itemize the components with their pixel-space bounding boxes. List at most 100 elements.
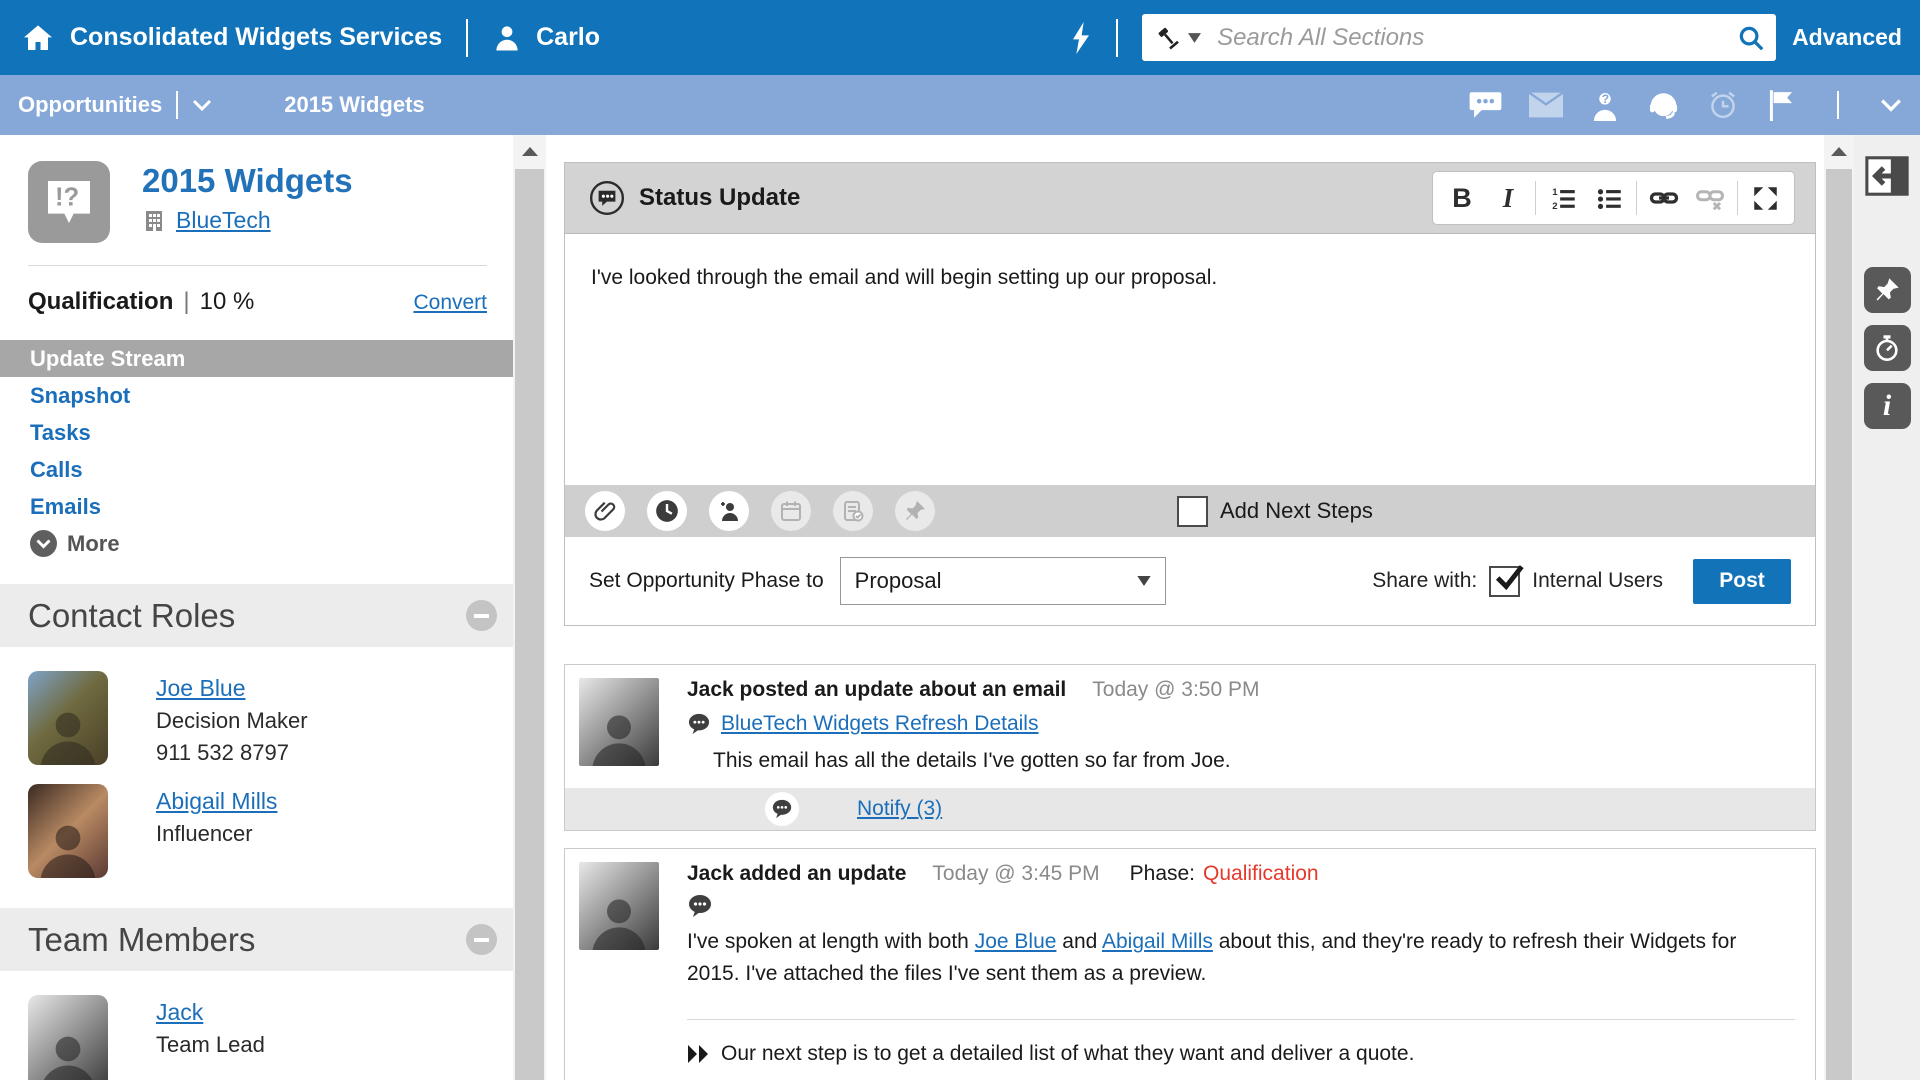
advanced-search-link[interactable]: Advanced bbox=[1792, 24, 1902, 51]
sidebar-item-update-stream[interactable]: Update Stream bbox=[0, 340, 513, 377]
convert-link[interactable]: Convert bbox=[413, 291, 487, 315]
alarm-clock-icon[interactable] bbox=[1707, 89, 1739, 121]
bold-button[interactable]: B bbox=[1439, 176, 1485, 220]
info-icon[interactable]: i bbox=[1864, 383, 1911, 429]
attach-file-icon[interactable] bbox=[585, 491, 625, 531]
home-icon[interactable] bbox=[22, 22, 54, 54]
list-item: Joe Blue Decision Maker 911 532 8797 bbox=[28, 671, 513, 766]
app-title[interactable]: Consolidated Widgets Services bbox=[70, 23, 442, 52]
search-category-gavel-icon[interactable] bbox=[1154, 24, 1182, 52]
contact-link[interactable]: Abigail Mills bbox=[156, 788, 277, 814]
crm-app-window: Consolidated Widgets Services Carlo Adva… bbox=[0, 0, 1920, 1080]
avatar bbox=[28, 784, 108, 878]
current-user-name[interactable]: Carlo bbox=[536, 23, 600, 52]
context-bar-icons: ?? bbox=[1469, 89, 1902, 121]
sidebar-item-calls[interactable]: Calls bbox=[0, 451, 513, 488]
internal-users-checkbox[interactable] bbox=[1489, 566, 1520, 597]
sidebar-item-more[interactable]: More bbox=[0, 525, 513, 562]
contact-mention-link[interactable]: Abigail Mills bbox=[1102, 930, 1213, 953]
headset-support-icon[interactable] bbox=[1647, 89, 1680, 121]
global-search-box[interactable] bbox=[1142, 14, 1776, 61]
chat-bubble-icon[interactable] bbox=[1469, 91, 1502, 119]
sidebar-item-label: Update Stream bbox=[30, 346, 185, 372]
contact-mention-link[interactable]: Joe Blue bbox=[975, 930, 1057, 953]
phase-separator: | bbox=[183, 288, 189, 316]
note-check-icon[interactable] bbox=[833, 491, 873, 531]
pin-icon[interactable] bbox=[895, 491, 935, 531]
module-dropdown-chevron-icon[interactable] bbox=[192, 98, 212, 112]
user-icon bbox=[492, 23, 522, 53]
dropdown-caret-icon bbox=[1137, 576, 1151, 586]
calendar-icon[interactable] bbox=[771, 491, 811, 531]
feed-phase-label: Phase: bbox=[1130, 862, 1195, 886]
company-link[interactable]: BlueTech bbox=[176, 207, 271, 234]
feed-title: Jack added an update bbox=[687, 862, 906, 886]
collapse-bar-chevron-icon[interactable] bbox=[1880, 97, 1902, 113]
record-breadcrumb[interactable]: 2015 Widgets bbox=[284, 92, 424, 118]
scroll-up-arrow[interactable] bbox=[513, 135, 546, 167]
double-chevron-icon bbox=[687, 1044, 711, 1064]
team-member-link[interactable]: Jack bbox=[156, 999, 203, 1025]
svg-text:!?: !? bbox=[55, 184, 79, 212]
collapse-section-icon[interactable] bbox=[466, 924, 497, 955]
sidebar-item-label: More bbox=[67, 531, 120, 557]
contact-roles-header: Contact Roles bbox=[0, 584, 513, 647]
scroll-up-arrow[interactable] bbox=[1824, 135, 1854, 167]
italic-label: I bbox=[1503, 183, 1514, 214]
body-text: and bbox=[1056, 930, 1102, 953]
person-help-icon[interactable]: ?? bbox=[1590, 89, 1620, 121]
italic-button[interactable]: I bbox=[1485, 176, 1531, 220]
collapse-panel-icon[interactable] bbox=[1864, 153, 1911, 199]
bold-label: B bbox=[1452, 183, 1472, 214]
contact-link[interactable]: Joe Blue bbox=[156, 675, 246, 701]
search-scope-caret-icon[interactable] bbox=[1188, 33, 1201, 43]
quick-actions-bolt-icon[interactable] bbox=[1070, 22, 1092, 54]
add-next-steps-checkbox[interactable] bbox=[1177, 496, 1208, 527]
avatar bbox=[579, 678, 659, 766]
notify-bubble-icon[interactable] bbox=[765, 792, 799, 826]
email-icon[interactable] bbox=[1529, 92, 1563, 118]
search-input[interactable] bbox=[1215, 23, 1736, 53]
scrollbar-thumb[interactable] bbox=[1826, 169, 1852, 1080]
sidebar-item-snapshot[interactable]: Snapshot bbox=[0, 377, 513, 414]
log-time-icon[interactable] bbox=[647, 491, 687, 531]
right-tool-rail: i bbox=[1854, 135, 1920, 1080]
email-details-link[interactable]: BlueTech Widgets Refresh Details bbox=[721, 712, 1038, 736]
remove-link-button[interactable] bbox=[1687, 176, 1733, 220]
context-bar: Opportunities 2015 Widgets ?? bbox=[0, 75, 1920, 135]
topbar-divider-2 bbox=[1116, 19, 1118, 57]
tag-person-icon[interactable] bbox=[709, 491, 749, 531]
sidebar-item-tasks[interactable]: Tasks bbox=[0, 414, 513, 451]
sidebar-item-emails[interactable]: Emails bbox=[0, 488, 513, 525]
section-title: Contact Roles bbox=[28, 597, 235, 635]
update-stream-panel: Status Update B I 12 bbox=[546, 135, 1824, 1080]
feed-timestamp: Today @ 3:45 PM bbox=[932, 862, 1099, 886]
module-selector[interactable]: Opportunities bbox=[18, 92, 162, 118]
bullet-list-button[interactable] bbox=[1586, 176, 1632, 220]
section-title: Team Members bbox=[28, 921, 255, 959]
fullscreen-button[interactable] bbox=[1742, 176, 1788, 220]
sidebar-scrollbar[interactable] bbox=[513, 135, 546, 1080]
avatar bbox=[579, 862, 659, 950]
main-scrollbar[interactable] bbox=[1824, 135, 1854, 1080]
collapse-section-icon[interactable] bbox=[466, 600, 497, 631]
flag-icon[interactable] bbox=[1766, 89, 1796, 121]
team-members-header: Team Members bbox=[0, 908, 513, 971]
ordered-list-button[interactable]: 12 bbox=[1540, 176, 1586, 220]
post-button[interactable]: Post bbox=[1693, 559, 1791, 604]
sidebar-item-label: Tasks bbox=[30, 420, 91, 446]
sidebar-item-label: Calls bbox=[30, 457, 83, 483]
stopwatch-icon[interactable] bbox=[1864, 325, 1911, 371]
opportunity-phase-select[interactable]: Proposal bbox=[840, 557, 1166, 605]
pushpin-icon[interactable] bbox=[1864, 267, 1911, 313]
status-update-textarea[interactable]: I've looked through the email and will b… bbox=[565, 233, 1815, 485]
contact-roles-list: Joe Blue Decision Maker 911 532 8797 Abi… bbox=[0, 647, 513, 902]
sidebar-item-label: Snapshot bbox=[30, 383, 130, 409]
scrollbar-thumb[interactable] bbox=[515, 169, 544, 1080]
opportunity-title: 2015 Widgets bbox=[142, 163, 353, 199]
insert-link-button[interactable] bbox=[1641, 176, 1687, 220]
notify-link[interactable]: Notify (3) bbox=[857, 797, 942, 821]
search-submit-icon[interactable] bbox=[1736, 23, 1766, 53]
phase-select-value: Proposal bbox=[855, 568, 1137, 594]
list-item: Jack Team Lead bbox=[28, 995, 513, 1080]
